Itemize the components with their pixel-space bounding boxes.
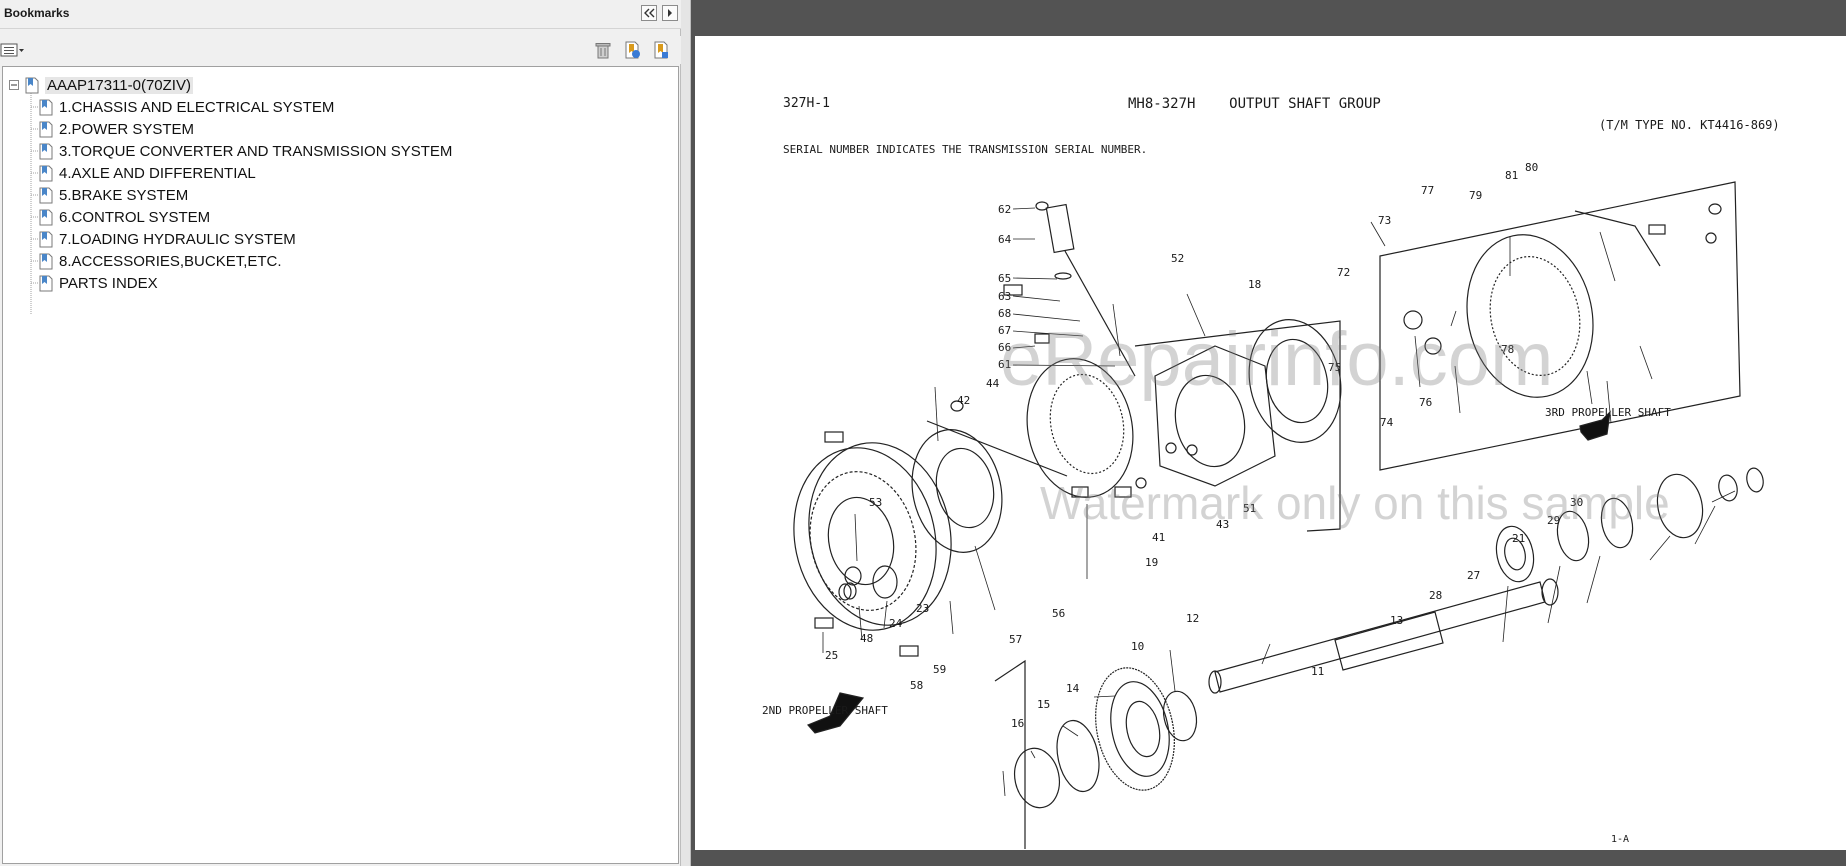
watermark-site: eRepairinfo.com xyxy=(1000,317,1554,402)
tree-root[interactable]: AAAP17311-0(70ZIV) xyxy=(9,74,193,96)
part-number: 10 xyxy=(1131,640,1145,653)
bookmark-item[interactable]: 6.CONTROL SYSTEM xyxy=(39,206,210,228)
bookmark-label: 7.LOADING HYDRAULIC SYSTEM xyxy=(59,230,296,248)
bookmark-item[interactable]: 5.BRAKE SYSTEM xyxy=(39,184,188,206)
part-number: 11 xyxy=(1311,665,1325,678)
part-number: 15 xyxy=(1037,698,1051,711)
part-number: 52 xyxy=(1171,252,1185,265)
new-bookmark-button[interactable] xyxy=(622,40,642,60)
list-options-icon xyxy=(0,43,24,57)
part-number: 53 xyxy=(869,496,883,509)
part-number: 16 xyxy=(1011,717,1025,730)
chevron-right-icon xyxy=(668,9,672,17)
bookmark-item[interactable]: 2.POWER SYSTEM xyxy=(39,118,194,140)
new-bookmark-icon xyxy=(625,41,640,59)
expand-bookmark-button[interactable] xyxy=(651,40,671,60)
part-number: 57 xyxy=(1009,633,1023,646)
part-number: 72 xyxy=(1337,266,1351,279)
tree-root-label: AAAP17311-0(70ZIV) xyxy=(45,76,193,94)
collapse-panel-button[interactable] xyxy=(641,5,657,21)
bookmark-expand-icon xyxy=(654,41,668,59)
bookmark-icon xyxy=(39,275,53,291)
options-menu-button[interactable] xyxy=(0,40,26,60)
watermark-sample: Watermark only on this sample xyxy=(1040,477,1670,529)
document-viewer[interactable]: 327H-1 MH8-327H OUTPUT SHAFT GROUP (T/M … xyxy=(691,0,1846,866)
expand-panel-button[interactable] xyxy=(662,5,678,21)
page-footer: 1-A xyxy=(1611,834,1630,845)
part-number: 28 xyxy=(1429,589,1443,602)
bookmark-icon xyxy=(39,121,53,137)
part-number: 65 xyxy=(998,272,1012,285)
bookmark-label: 3.TORQUE CONVERTER AND TRANSMISSION SYST… xyxy=(59,142,453,160)
part-number: 58 xyxy=(910,679,924,692)
part-number: 13 xyxy=(1390,614,1404,627)
bookmark-item[interactable]: PARTS INDEX xyxy=(39,272,158,294)
hub-flange xyxy=(911,429,1003,553)
bookmarks-header: Bookmarks xyxy=(0,0,681,29)
trash-icon xyxy=(595,43,611,59)
part-number: 74 xyxy=(1380,416,1394,429)
exploded-parts-diagram xyxy=(793,181,1764,849)
bookmark-icon xyxy=(39,231,53,247)
part-number: 27 xyxy=(1467,569,1481,582)
brake-drum xyxy=(793,442,952,631)
part-number: 23 xyxy=(916,602,930,615)
bookmark-item[interactable]: 4.AXLE AND DIFFERENTIAL xyxy=(39,162,256,184)
part-number: 24 xyxy=(889,617,903,630)
part-number: 62 xyxy=(998,203,1012,216)
part-number: 21 xyxy=(1512,532,1526,545)
bookmark-label: 1.CHASSIS AND ELECTRICAL SYSTEM xyxy=(59,98,335,116)
part-number: 73 xyxy=(1378,214,1392,227)
part-number: 44 xyxy=(986,377,1000,390)
delete-bookmark-button[interactable] xyxy=(593,40,613,60)
third-propeller-shaft-label: 3RD PROPELLER SHAFT xyxy=(1545,406,1671,419)
part-number: 48 xyxy=(860,632,874,645)
bookmark-icon xyxy=(39,165,53,181)
bookmark-tree: AAAP17311-0(70ZIV) 1.CHASSIS AND ELECTRI… xyxy=(2,66,679,864)
bookmark-label: 8.ACCESSORIES,BUCKET,ETC. xyxy=(59,252,282,270)
part-number: 56 xyxy=(1052,607,1066,620)
bookmark-icon xyxy=(39,143,53,159)
part-number: 77 xyxy=(1421,184,1435,197)
part-number: 25 xyxy=(825,649,839,662)
double-chevron-left-icon xyxy=(644,8,655,18)
output-gear xyxy=(1013,667,1198,809)
part-number: 19 xyxy=(1145,556,1159,569)
panel-splitter[interactable] xyxy=(681,0,691,866)
document-page: 327H-1 MH8-327H OUTPUT SHAFT GROUP (T/M … xyxy=(695,36,1846,850)
bookmark-icon xyxy=(39,187,53,203)
part-number: 18 xyxy=(1248,278,1262,291)
bookmark-item[interactable]: 8.ACCESSORIES,BUCKET,ETC. xyxy=(39,250,282,272)
output-shaft xyxy=(1208,578,1559,694)
bookmark-icon xyxy=(39,99,53,115)
bookmarks-toolbar xyxy=(0,36,681,64)
bookmark-label: PARTS INDEX xyxy=(59,274,158,292)
bookmark-icon xyxy=(25,77,39,93)
bookmark-label: 2.POWER SYSTEM xyxy=(59,120,195,138)
leader-line xyxy=(926,420,1068,477)
part-number: 79 xyxy=(1469,189,1483,202)
part-number: 63 xyxy=(998,290,1012,303)
bookmark-label: 5.BRAKE SYSTEM xyxy=(59,186,189,204)
bookmark-label: 4.AXLE AND DIFFERENTIAL xyxy=(59,164,256,182)
part-number: 41 xyxy=(1152,531,1166,544)
part-number: 12 xyxy=(1186,612,1200,625)
part-number: 42 xyxy=(957,394,971,407)
bookmark-icon xyxy=(39,253,53,269)
second-propeller-shaft-label: 2ND PROPELLER SHAFT xyxy=(762,704,888,717)
bookmarks-panel: Bookmarks AAAP17311-0(70ZIV) 1.CHASSIS A… xyxy=(0,0,681,866)
part-number: 81 xyxy=(1505,169,1519,182)
bookmark-icon xyxy=(39,209,53,225)
collapse-toggle-icon[interactable] xyxy=(9,80,19,90)
part-number: 14 xyxy=(1066,682,1080,695)
bookmark-label: 6.CONTROL SYSTEM xyxy=(59,208,211,226)
part-number: 80 xyxy=(1525,161,1539,174)
bookmarks-title: Bookmarks xyxy=(4,6,70,20)
part-number: 64 xyxy=(998,233,1012,246)
bookmark-item[interactable]: 3.TORQUE CONVERTER AND TRANSMISSION SYST… xyxy=(39,140,452,162)
bookmark-item[interactable]: 1.CHASSIS AND ELECTRICAL SYSTEM xyxy=(39,96,334,118)
bookmark-item[interactable]: 7.LOADING HYDRAULIC SYSTEM xyxy=(39,228,296,250)
part-number: 59 xyxy=(933,663,947,676)
